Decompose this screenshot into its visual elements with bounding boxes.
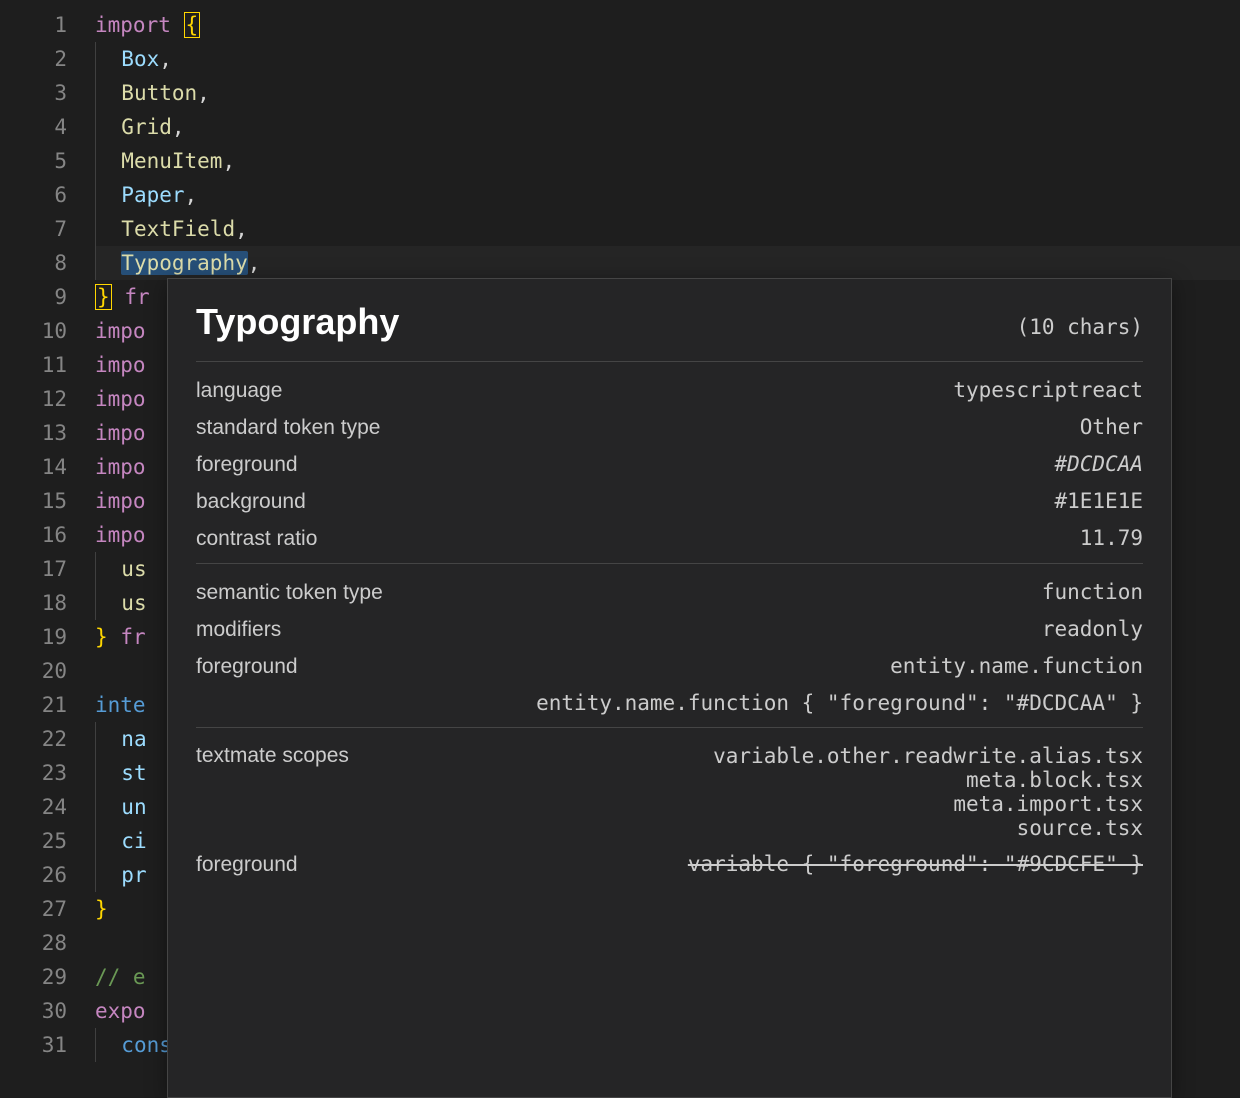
row-semantic-foreground: foreground entity.name.function [196, 648, 1143, 685]
line-number: 3 [0, 76, 67, 110]
line-number: 4 [0, 110, 67, 144]
scope-item: source.tsx [1017, 816, 1143, 840]
line-number: 10 [0, 314, 67, 348]
line-number: 29 [0, 960, 67, 994]
line-number: 30 [0, 994, 67, 1028]
divider [196, 727, 1143, 728]
scope-item: meta.block.tsx [966, 768, 1143, 792]
row-contrast: contrast ratio 11.79 [196, 520, 1143, 557]
code-line-8[interactable]: Typography, [95, 246, 1240, 280]
token-inspector-panel: Typography (10 chars) language typescrip… [167, 278, 1172, 1098]
line-number: 13 [0, 416, 67, 450]
line-number: 9 [0, 280, 67, 314]
inspector-char-count: (10 chars) [1017, 315, 1143, 339]
line-number: 15 [0, 484, 67, 518]
line-number: 17 [0, 552, 67, 586]
row-textmate-scopes: textmate scopes variable.other.readwrite… [196, 738, 1143, 846]
code-line-2[interactable]: Box, [95, 42, 1240, 76]
line-number: 1 [0, 8, 67, 42]
code-line-3[interactable]: Button, [95, 76, 1240, 110]
code-line-5[interactable]: MenuItem, [95, 144, 1240, 178]
line-gutter: 1 2 3 4 5 6 7 8 9 10 11 12 13 14 15 16 1… [0, 0, 95, 1098]
line-number: 7 [0, 212, 67, 246]
line-number: 20 [0, 654, 67, 688]
row-token-type: standard token type Other [196, 409, 1143, 446]
line-number: 25 [0, 824, 67, 858]
line-number: 14 [0, 450, 67, 484]
line-number: 12 [0, 382, 67, 416]
code-line-7[interactable]: TextField, [95, 212, 1240, 246]
row-semantic-rule: entity.name.function { "foreground": "#D… [196, 685, 1143, 721]
row-textmate-foreground: foreground variable { "foreground": "#9C… [196, 846, 1143, 883]
line-number: 5 [0, 144, 67, 178]
row-modifiers: modifiers readonly [196, 611, 1143, 648]
line-number: 27 [0, 892, 67, 926]
line-number: 23 [0, 756, 67, 790]
scope-item: variable.other.readwrite.alias.tsx [713, 744, 1143, 768]
inspector-title: Typography [196, 301, 399, 343]
line-number: 2 [0, 42, 67, 76]
divider [196, 563, 1143, 564]
code-line-1[interactable]: import { [95, 8, 1240, 42]
line-number: 11 [0, 348, 67, 382]
row-foreground: foreground #DCDCAA [196, 446, 1143, 483]
line-number: 6 [0, 178, 67, 212]
line-number: 22 [0, 722, 67, 756]
row-language: language typescriptreact [196, 372, 1143, 409]
line-number: 28 [0, 926, 67, 960]
line-number: 31 [0, 1028, 67, 1062]
line-number: 16 [0, 518, 67, 552]
line-number: 24 [0, 790, 67, 824]
divider [196, 361, 1143, 362]
row-semantic-type: semantic token type function [196, 574, 1143, 611]
line-number: 18 [0, 586, 67, 620]
line-number: 8 [0, 246, 67, 280]
code-line-6[interactable]: Paper, [95, 178, 1240, 212]
line-number: 26 [0, 858, 67, 892]
line-number: 21 [0, 688, 67, 722]
code-line-4[interactable]: Grid, [95, 110, 1240, 144]
scope-item: meta.import.tsx [953, 792, 1143, 816]
line-number: 19 [0, 620, 67, 654]
row-background: background #1E1E1E [196, 483, 1143, 520]
